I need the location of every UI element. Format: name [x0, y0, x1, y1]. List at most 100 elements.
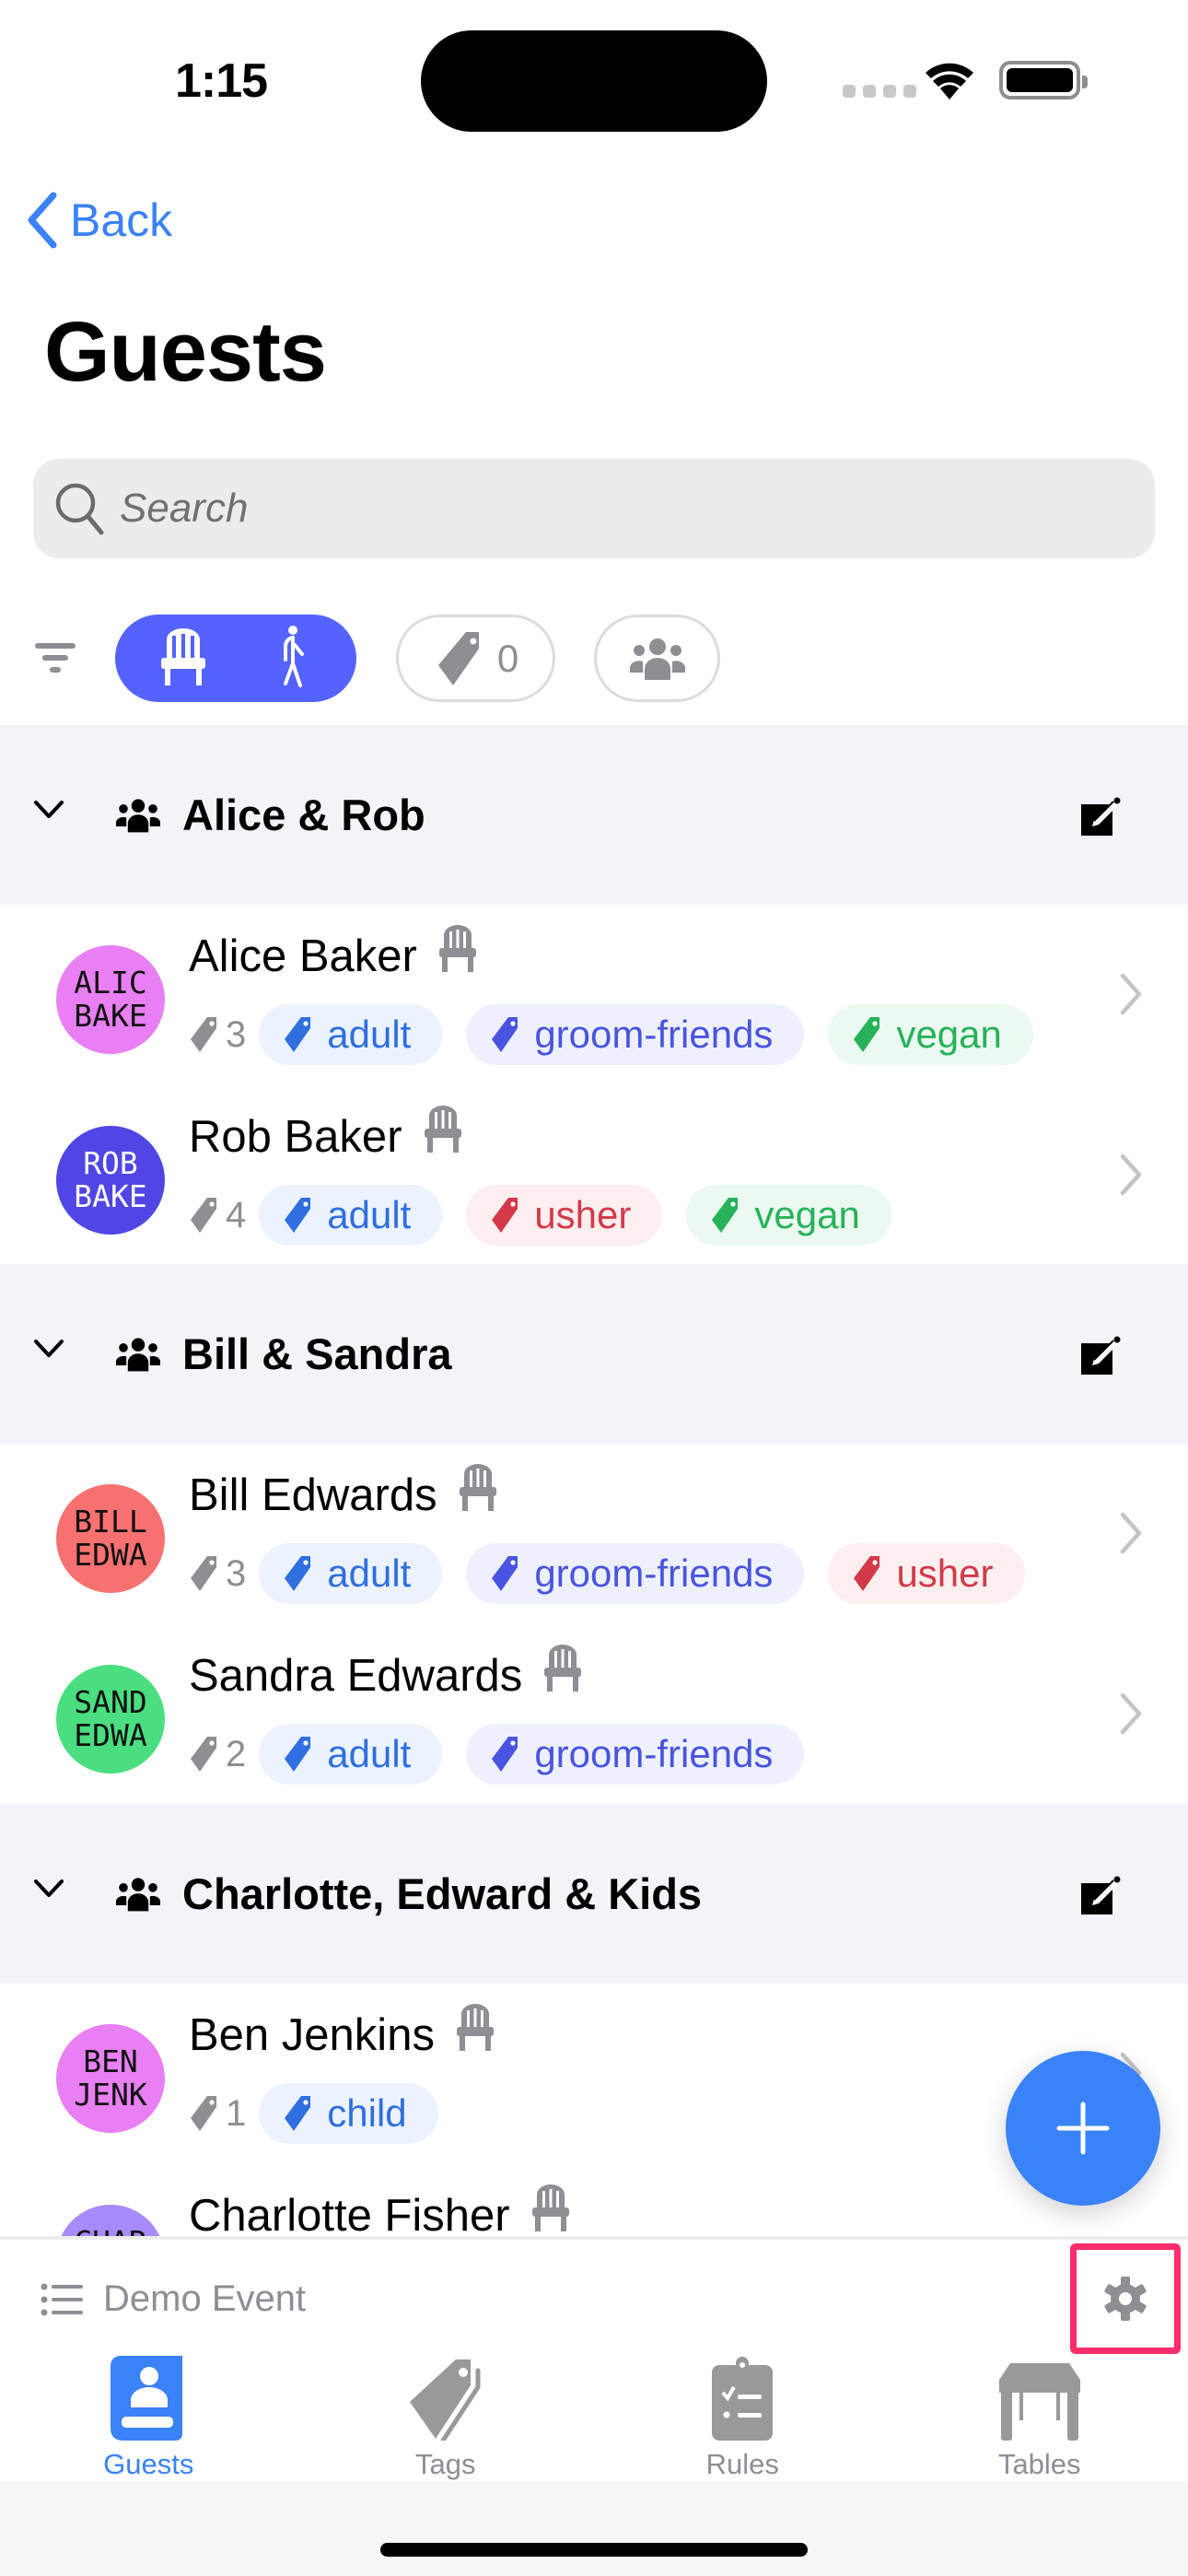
- tag-filter-button[interactable]: 0: [396, 615, 555, 702]
- avatar-initials-line: BILL: [74, 1504, 147, 1540]
- tag-count-value: 1: [226, 2092, 247, 2134]
- wifi-icon: [924, 61, 975, 104]
- avatar-initials-line: BAKE: [74, 998, 147, 1034]
- event-name: Demo Event: [103, 2278, 307, 2319]
- tag-pill[interactable]: vegan: [686, 1185, 891, 1246]
- tag-count-value: 2: [226, 1733, 247, 1774]
- tag-pill[interactable]: usher: [828, 1543, 1025, 1604]
- tab-rules[interactable]: Rules: [594, 2356, 891, 2481]
- filter-icon[interactable]: [33, 639, 77, 681]
- table-icon: [998, 2363, 1080, 2441]
- back-button[interactable]: Back: [26, 192, 172, 249]
- plus-icon: [1056, 2102, 1110, 2155]
- tag-pill[interactable]: groom-friends: [466, 1543, 805, 1604]
- chevron-down-icon[interactable]: [33, 799, 64, 825]
- back-label: Back: [70, 194, 173, 246]
- seated-indicator: [530, 2184, 571, 2236]
- home-indicator[interactable]: [380, 2543, 808, 2557]
- tag-label: groom-friends: [534, 1551, 774, 1595]
- avatar-initials-line: SAND: [74, 1684, 147, 1720]
- tag-icon: [437, 631, 479, 685]
- tab-label: Tables: [997, 2448, 1081, 2480]
- tag-pill[interactable]: vegan: [828, 1004, 1033, 1065]
- tag-label: groom-friends: [534, 1732, 774, 1775]
- tab-tables[interactable]: Tables: [891, 2356, 1188, 2481]
- guest-row[interactable]: BILL EDWA Bill Edwards 3 adult groom-friends u…: [0, 1444, 1188, 1624]
- avatar: ROB BAKE: [56, 1126, 165, 1235]
- guest-name: Rob Baker: [189, 1112, 402, 1162]
- event-selector[interactable]: Demo Event: [41, 2278, 306, 2320]
- chevron-right-icon: [1118, 971, 1144, 1022]
- seating-filter-toggle[interactable]: [115, 615, 356, 702]
- guest-name: Sandra Edwards: [189, 1651, 523, 1701]
- edit-group-icon[interactable]: [1079, 1876, 1122, 1923]
- bottom-bar: Demo Event Guests Tags Rules Tables: [0, 2236, 1188, 2481]
- chevron-right-icon: [1118, 1510, 1144, 1561]
- tag-icon: [492, 1017, 518, 1052]
- avatar: ALIC BAKE: [56, 945, 165, 1054]
- guest-row[interactable]: ALIC BAKE Alice Baker 3 adult groom-friends ve…: [0, 905, 1188, 1085]
- search-placeholder: Search: [120, 486, 249, 531]
- avatar: BEN JENK: [56, 2024, 165, 2133]
- add-guest-button[interactable]: [1006, 2051, 1160, 2206]
- guest-name: Bill Edwards: [189, 1470, 437, 1520]
- guest-book-icon: [111, 2356, 183, 2441]
- avatar-initials-line: ROB: [83, 1145, 138, 1181]
- settings-button[interactable]: [1070, 2243, 1181, 2354]
- cellular-signal-icon: [843, 85, 916, 98]
- status-time: 1:15: [175, 54, 268, 108]
- tag-icon: [285, 2096, 311, 2131]
- guest-tags: 1 child: [189, 2083, 462, 2144]
- chair-icon: [544, 1644, 582, 1692]
- tag-icon: [191, 1017, 216, 1052]
- unseated-filter-button[interactable]: [276, 625, 313, 692]
- avatar-initials-line: ALIC: [74, 965, 147, 1001]
- tag-label: usher: [896, 1551, 994, 1595]
- edit-group-icon[interactable]: [1079, 1336, 1122, 1383]
- tag-icon: [854, 1556, 880, 1591]
- chevron-down-icon[interactable]: [33, 1338, 64, 1364]
- group-header[interactable]: Bill & Sandra: [0, 1264, 1188, 1444]
- tag-icon: [492, 1198, 518, 1233]
- group-header[interactable]: Charlotte, Edward & Kids: [0, 1804, 1188, 1984]
- tab-label: Guests: [103, 2448, 194, 2480]
- guest-name: Ben Jenkins: [189, 2010, 435, 2060]
- chevron-down-icon[interactable]: [33, 1878, 64, 1904]
- tag-icon: [191, 1198, 216, 1233]
- guest-row[interactable]: SAND EDWA Sandra Edwards 2 adult groom-friend…: [0, 1624, 1188, 1805]
- page-title: Guests: [44, 305, 327, 399]
- tag-pill[interactable]: groom-friends: [466, 1724, 805, 1785]
- seated-filter-button[interactable]: [159, 626, 207, 690]
- tag-pill[interactable]: adult: [259, 1543, 443, 1604]
- tag-pill[interactable]: usher: [466, 1185, 663, 1246]
- clipboard-checklist-icon: [712, 2357, 774, 2441]
- tab-guests[interactable]: Guests: [0, 2356, 297, 2481]
- tags-icon: [409, 2359, 481, 2441]
- avatar-initials-line: BAKE: [74, 1178, 147, 1214]
- tab-label: Rules: [705, 2448, 779, 2480]
- tag-pill[interactable]: adult: [259, 1004, 443, 1065]
- tag-count-value: 3: [226, 1552, 247, 1594]
- dynamic-island: [421, 30, 767, 132]
- tab-tags[interactable]: Tags: [297, 2356, 595, 2481]
- avatar-initials-line: JENK: [74, 2077, 147, 2113]
- group-filter-button[interactable]: [594, 615, 720, 702]
- edit-group-icon[interactable]: [1079, 797, 1122, 844]
- chevron-left-icon: [28, 192, 57, 249]
- tag-icon: [285, 1198, 311, 1233]
- tag-count: 4: [189, 1195, 246, 1236]
- tag-pill[interactable]: adult: [259, 1724, 443, 1785]
- tag-pill[interactable]: groom-friends: [466, 1004, 805, 1065]
- guest-row[interactable]: ROB BAKE Rob Baker 4 adult usher vegan: [0, 1085, 1188, 1266]
- group-header[interactable]: Alice & Rob: [0, 725, 1188, 905]
- chair-icon: [459, 1463, 496, 1511]
- group-name: Charlotte, Edward & Kids: [182, 1869, 703, 1918]
- chair-icon: [160, 628, 205, 685]
- group-name: Alice & Rob: [182, 790, 425, 839]
- search-input[interactable]: Search: [33, 459, 1155, 558]
- tab-bar: Guests Tags Rules Tables: [0, 2356, 1188, 2481]
- walking-person-icon: [283, 626, 304, 687]
- seated-indicator: [423, 1105, 463, 1157]
- tag-pill[interactable]: child: [259, 2083, 438, 2144]
- tag-pill[interactable]: adult: [259, 1185, 443, 1246]
